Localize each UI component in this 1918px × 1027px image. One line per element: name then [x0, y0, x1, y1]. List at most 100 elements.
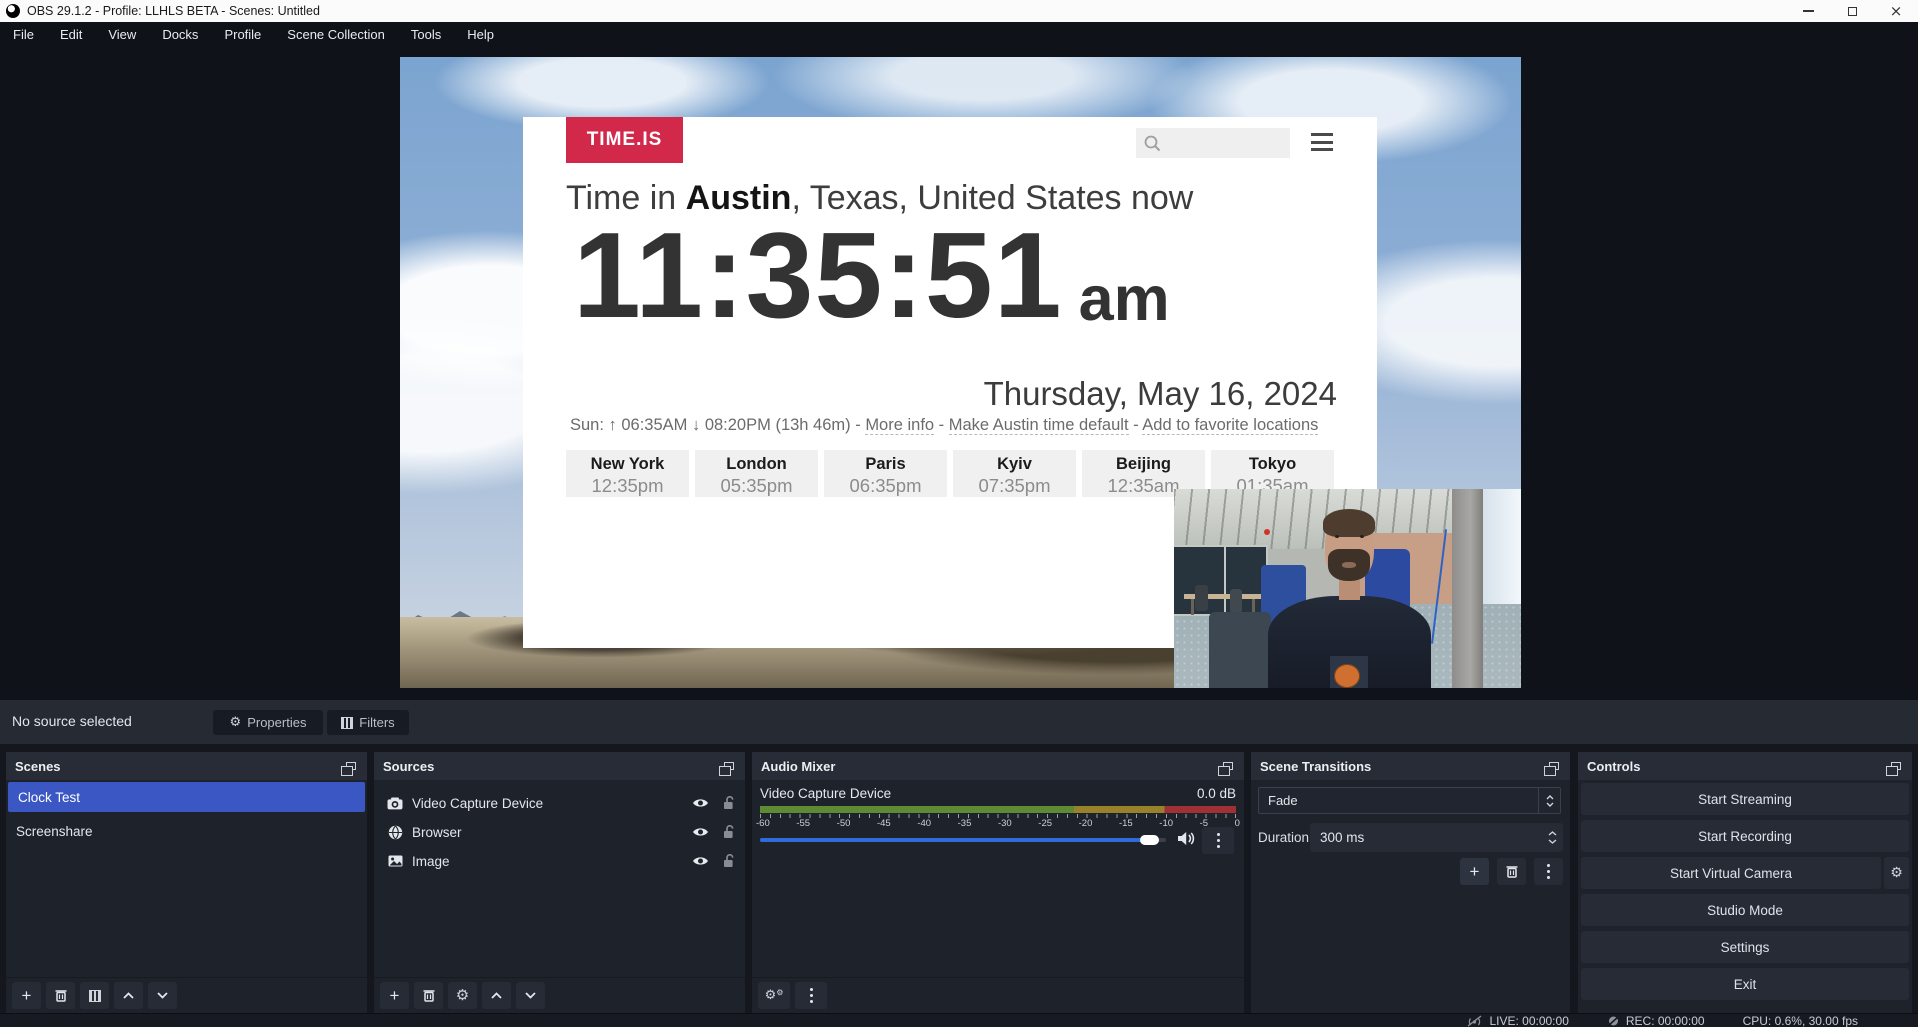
no-source-label: No source selected: [12, 713, 132, 729]
webcam-overlay: [1174, 489, 1521, 688]
unlock-icon[interactable]: [723, 854, 735, 868]
source-properties-button[interactable]: ⚙: [448, 982, 477, 1009]
rec-status: REC: 00:00:00: [1607, 1014, 1705, 1027]
add-transition-button[interactable]: +: [1460, 858, 1489, 885]
scenes-panel: Scenes Clock Test Screenshare +: [6, 752, 367, 1013]
obs-logo-icon: [6, 4, 20, 18]
person-hair: [1323, 509, 1375, 537]
source-item-browser[interactable]: Browser: [374, 817, 745, 847]
start-streaming-button[interactable]: Start Streaming: [1581, 783, 1909, 815]
move-scene-down-button[interactable]: [148, 982, 177, 1009]
filters-button[interactable]: Filters: [327, 710, 409, 735]
city-box: London05:35pm: [695, 450, 818, 497]
remove-transition-button[interactable]: [1497, 858, 1526, 885]
visibility-eye-icon[interactable]: [692, 855, 709, 867]
spin-down-icon[interactable]: [1548, 839, 1557, 844]
duration-label: Duration: [1258, 830, 1309, 845]
scenes-panel-header: Scenes: [6, 752, 367, 780]
scene-transitions-header: Scene Transitions: [1251, 752, 1570, 780]
visibility-eye-icon[interactable]: [692, 797, 709, 809]
trash-icon: [423, 989, 435, 1002]
add-favorite-link: Add to favorite locations: [1142, 416, 1318, 435]
minimize-button[interactable]: [1786, 0, 1830, 22]
remove-scene-button[interactable]: [46, 982, 75, 1009]
speaker-icon[interactable]: [1178, 831, 1196, 846]
menu-docks[interactable]: Docks: [149, 22, 211, 46]
transition-selected-value: Fade: [1259, 793, 1298, 808]
sources-panel-header: Sources: [374, 752, 745, 780]
sources-toolbar: + ⚙: [374, 977, 745, 1013]
cpu-fps: CPU: 0.6%, 30.00 fps: [1743, 1014, 1858, 1027]
menu-file[interactable]: File: [0, 22, 47, 46]
duration-value: 300 ms: [1310, 830, 1364, 845]
source-item-video-capture[interactable]: Video Capture Device: [374, 788, 745, 818]
mixer-menu-button[interactable]: [795, 982, 827, 1009]
unlock-icon[interactable]: [723, 796, 735, 810]
scene-item-screenshare[interactable]: Screenshare: [6, 816, 367, 846]
menu-edit[interactable]: Edit: [47, 22, 95, 46]
mixer-channel-row: Video Capture Device 0.0 dB: [760, 786, 1236, 801]
volume-meter: [760, 806, 1236, 813]
menu-profile[interactable]: Profile: [211, 22, 274, 46]
titlebar: OBS 29.1.2 - Profile: LLHLS BETA - Scene…: [0, 0, 1918, 22]
menu-scene-collection[interactable]: Scene Collection: [274, 22, 398, 46]
chevron-up-icon: [491, 992, 502, 999]
advanced-audio-button[interactable]: ⚙⚙: [758, 982, 790, 1009]
popout-icon: [1549, 762, 1559, 770]
volume-slider-handle[interactable]: [1140, 835, 1159, 845]
close-button[interactable]: ×: [1874, 0, 1918, 22]
menu-help[interactable]: Help: [454, 22, 507, 46]
start-recording-button[interactable]: Start Recording: [1581, 820, 1909, 852]
spin-up-icon[interactable]: [1548, 831, 1557, 836]
maximize-button[interactable]: [1830, 0, 1874, 22]
properties-button[interactable]: ⚙ Properties: [213, 710, 323, 735]
volume-slider[interactable]: [760, 838, 1166, 842]
controls-title: Controls: [1587, 759, 1640, 774]
audio-mixer-title: Audio Mixer: [761, 759, 835, 774]
stream-inactive-icon: [1466, 1015, 1483, 1027]
live-time: LIVE: 00:00:00: [1489, 1014, 1568, 1027]
program-canvas[interactable]: TIME.IS Time in Austin, Texas, United St…: [400, 57, 1521, 688]
controls-panel: Controls Start Streaming Start Recording…: [1578, 752, 1912, 1013]
chevron-up-icon: [1546, 795, 1554, 800]
start-virtual-camera-button[interactable]: Start Virtual Camera: [1581, 857, 1881, 889]
transition-select[interactable]: Fade: [1258, 787, 1561, 814]
scene-item-clock-test[interactable]: Clock Test: [8, 782, 365, 812]
transition-menu-button[interactable]: [1534, 858, 1563, 885]
webcam-pillar: [1452, 489, 1483, 688]
mixer-channel-menu-button[interactable]: [1202, 827, 1234, 854]
live-status: LIVE: 00:00:00: [1466, 1014, 1568, 1027]
chevron-down-icon: [157, 992, 168, 999]
duration-spinbox[interactable]: 300 ms: [1310, 823, 1563, 852]
obs-window: OBS 29.1.2 - Profile: LLHLS BETA - Scene…: [0, 0, 1918, 1027]
remove-source-button[interactable]: [414, 982, 443, 1009]
move-source-up-button[interactable]: [482, 982, 511, 1009]
menu-tools[interactable]: Tools: [398, 22, 454, 46]
unlock-icon[interactable]: [723, 825, 735, 839]
move-scene-up-button[interactable]: [114, 982, 143, 1009]
maximize-icon: [1848, 7, 1857, 16]
add-scene-button[interactable]: +: [12, 982, 41, 1009]
visibility-eye-icon[interactable]: [692, 826, 709, 838]
studio-mode-button[interactable]: Studio Mode: [1581, 894, 1909, 926]
settings-button[interactable]: Settings: [1581, 931, 1909, 963]
filter-icon: [89, 990, 101, 1002]
webcam-alarm-light: [1264, 529, 1270, 535]
menu-view[interactable]: View: [95, 22, 149, 46]
select-chevrons: [1538, 788, 1560, 813]
search-icon: [1143, 134, 1161, 152]
move-source-down-button[interactable]: [516, 982, 545, 1009]
add-source-button[interactable]: +: [380, 982, 409, 1009]
virtual-camera-config-button[interactable]: ⚙: [1884, 857, 1909, 889]
exit-button[interactable]: Exit: [1581, 968, 1909, 1000]
trash-icon: [55, 989, 67, 1002]
double-gear-icon: ⚙⚙: [765, 989, 784, 1002]
source-item-image[interactable]: Image: [374, 846, 745, 876]
gear-icon: ⚙: [230, 716, 242, 729]
popout-icon: [1891, 762, 1901, 770]
make-default-link: Make Austin time default: [949, 416, 1129, 435]
scene-filters-button[interactable]: [80, 982, 109, 1009]
city-box: New York12:35pm: [566, 450, 689, 497]
sources-panel-title: Sources: [383, 759, 434, 774]
kebab-menu-icon: [1217, 832, 1220, 850]
